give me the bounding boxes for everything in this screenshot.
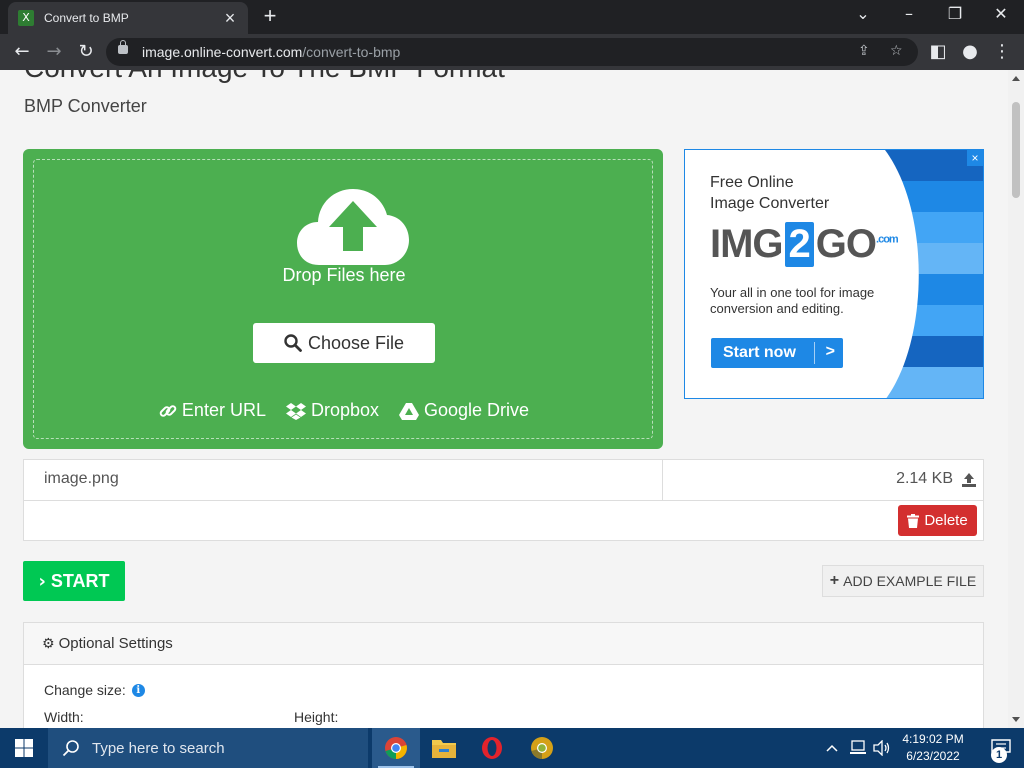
width-label: Width:	[44, 709, 84, 725]
page-content: Convert An Image To The BMP Format BMP C…	[0, 70, 1008, 728]
file-size: 2.14 KB	[896, 470, 953, 487]
chevron-up-icon	[826, 744, 838, 752]
tab-convert-to-bmp[interactable]: X Convert to BMP ×	[8, 2, 248, 34]
clock-date: 6/23/2022	[906, 749, 960, 763]
trash-icon	[907, 513, 920, 528]
windows-taskbar: Type here to search 4:19:02 PM 6/23/2022…	[0, 728, 1024, 768]
taskbar-opera-app[interactable]	[468, 728, 516, 768]
ad-close-icon[interactable]: ×	[967, 150, 983, 166]
network-icon[interactable]	[849, 728, 867, 768]
tab-search-icon[interactable]: ⌄	[848, 4, 878, 23]
drop-zone-border: Drop Files here Choose File Enter URL Dr…	[33, 159, 653, 439]
profile-icon[interactable]: ●	[958, 40, 982, 64]
bookmark-star-icon[interactable]: ☆	[890, 43, 903, 59]
taskbar-search-box[interactable]: Type here to search	[48, 728, 368, 768]
height-label: Height:	[294, 709, 339, 725]
taskbar-chrome-app[interactable]	[372, 728, 420, 768]
upload-icon	[962, 473, 976, 487]
drop-files-text: Drop Files here	[282, 265, 406, 285]
optional-settings-panel: ⚙ Optional Settings Change size: i Width…	[23, 622, 984, 728]
taskbar-clock[interactable]: 4:19:02 PM 6/23/2022	[898, 731, 968, 765]
reload-icon[interactable]: ↻	[74, 40, 98, 64]
change-size-label: Change size: i	[44, 682, 145, 698]
cloud-upload-icon	[297, 189, 409, 265]
ad-start-now-button[interactable]: Start now >	[711, 338, 843, 368]
chevron-right-icon: >	[825, 343, 835, 360]
search-icon	[62, 740, 79, 757]
page-subtitle: BMP Converter	[24, 96, 147, 116]
address-bar[interactable]: image.online-convert.com/convert-to-bmp …	[106, 38, 918, 66]
delete-file-button[interactable]: Delete	[898, 505, 977, 536]
source-links: Enter URL Dropbox Google Drive	[34, 400, 654, 421]
ad-description: Your all in one tool for image conversio…	[710, 285, 875, 316]
add-example-file-button[interactable]: + ADD EXAMPLE FILE	[822, 565, 984, 597]
windows-logo-icon	[15, 739, 33, 757]
page-scrollbar[interactable]	[1008, 70, 1024, 728]
delete-label: Delete	[924, 512, 968, 529]
taskbar-chrome-canary-app[interactable]	[518, 728, 566, 768]
forward-icon[interactable]: →	[42, 40, 66, 64]
scroll-up-arrow-icon[interactable]	[1012, 76, 1020, 81]
page-title: Convert An Image To The BMP Format	[24, 70, 505, 84]
file-drop-zone[interactable]: Drop Files here Choose File Enter URL Dr…	[23, 149, 663, 449]
optional-settings-title: Optional Settings	[58, 635, 173, 652]
google-drive-link[interactable]: Google Drive	[399, 400, 529, 421]
opera-icon	[482, 737, 502, 759]
restore-icon[interactable]: ❐	[940, 4, 970, 23]
minimize-icon[interactable]: –	[894, 4, 924, 23]
link-icon	[159, 404, 177, 417]
back-icon[interactable]: ←	[10, 40, 34, 64]
google-drive-icon	[399, 402, 420, 420]
chrome-icon	[385, 737, 407, 759]
windows-start-button[interactable]	[0, 728, 48, 768]
info-icon[interactable]: i	[131, 683, 145, 697]
notification-count-badge: 1	[991, 747, 1007, 763]
favicon-icon: X	[18, 10, 34, 26]
enter-url-label: Enter URL	[181, 400, 266, 420]
clock-time: 4:19:02 PM	[902, 732, 964, 746]
show-hidden-icons[interactable]	[826, 728, 838, 768]
scroll-thumb[interactable]	[1012, 102, 1020, 198]
plus-icon: +	[829, 572, 840, 589]
search-icon	[284, 334, 302, 352]
dropbox-label: Dropbox	[310, 400, 380, 420]
google-drive-label: Google Drive	[424, 400, 530, 420]
window-close-icon[interactable]: ✕	[986, 4, 1016, 23]
taskbar-file-explorer[interactable]	[420, 728, 468, 768]
dropbox-link[interactable]: Dropbox	[285, 400, 380, 421]
ad-headline: Free Online Image Converter	[710, 174, 830, 212]
gear-icon: ⚙	[42, 635, 55, 652]
dropbox-icon	[285, 402, 306, 420]
browser-tab-bar: X Convert to BMP × + ⌄ – ❐ ✕	[0, 0, 1024, 34]
add-example-label: ADD EXAMPLE FILE	[843, 573, 977, 589]
chrome-canary-icon	[531, 737, 553, 759]
menu-kebab-icon[interactable]: ⋮	[990, 40, 1014, 64]
volume-icon[interactable]	[873, 728, 891, 768]
start-label: START	[50, 570, 110, 591]
uploaded-file-row: image.png 2.14 KB Delete	[23, 459, 984, 541]
file-name: image.png	[44, 470, 119, 487]
optional-settings-header[interactable]: ⚙ Optional Settings	[24, 623, 983, 665]
start-button[interactable]: › START	[23, 561, 125, 601]
img2go-logo: IMG 2 GO.com	[710, 222, 899, 267]
advertisement-banner[interactable]: × Free Online Image Converter IMG 2 GO.com…	[684, 149, 984, 399]
lock-icon	[118, 40, 128, 54]
browser-toolbar: ← → ↻ image.online-convert.com/convert-t…	[0, 34, 1024, 70]
url-text: image.online-convert.com/convert-to-bmp	[142, 44, 401, 60]
share-icon[interactable]: ⇪	[858, 43, 870, 59]
scroll-down-arrow-icon[interactable]	[1012, 717, 1020, 722]
choose-file-button[interactable]: Choose File	[253, 323, 435, 363]
choose-file-label: Choose File	[307, 332, 405, 353]
new-tab-button[interactable]: +	[258, 5, 282, 28]
search-input[interactable]: Type here to search	[92, 740, 225, 757]
folder-icon	[432, 740, 456, 758]
enter-url-link[interactable]: Enter URL	[159, 400, 266, 421]
tab-title: Convert to BMP	[44, 11, 129, 25]
side-panel-icon[interactable]: ◧	[926, 40, 950, 64]
tab-close-icon[interactable]: ×	[222, 9, 238, 27]
chevron-right-icon: ›	[38, 570, 46, 592]
